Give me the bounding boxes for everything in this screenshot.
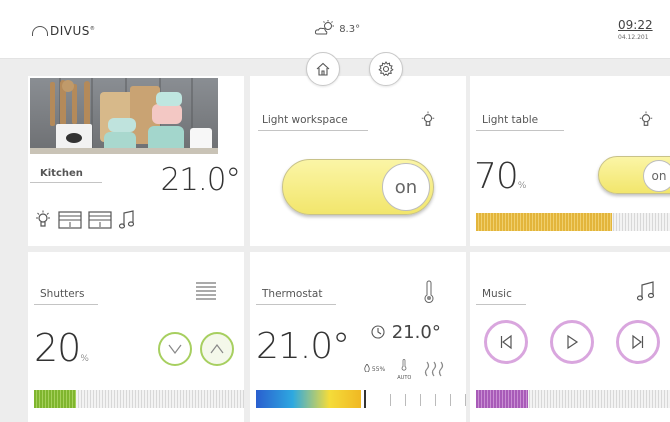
shutter-position-number: 20	[34, 326, 81, 370]
temperature-ticks	[376, 394, 466, 406]
shutter-down-button[interactable]	[158, 332, 192, 366]
setpoint-clock-icon	[371, 325, 385, 339]
water-drop-icon	[364, 363, 370, 373]
device-label: Thermostat	[262, 288, 323, 300]
thermometer-icon	[401, 359, 407, 371]
settings-button[interactable]	[369, 52, 403, 86]
shutter-up-button[interactable]	[200, 332, 234, 366]
humidity-value: 55%	[371, 366, 386, 373]
previous-track-button[interactable]	[484, 320, 528, 364]
bulb-icon	[639, 111, 653, 126]
shutter-icon	[196, 282, 216, 300]
skip-forward-icon	[632, 334, 644, 350]
room-device-icons	[34, 210, 136, 230]
dimmer-level-slider[interactable]	[476, 213, 670, 231]
skip-back-icon	[500, 334, 512, 350]
device-tile-music[interactable]: Music	[470, 252, 670, 422]
setpoint-value: 21.0°	[391, 322, 441, 343]
room-temperature: 21.0°	[160, 162, 241, 198]
light-workspace-toggle[interactable]: on	[282, 159, 434, 215]
dimmer-value-number: 70	[474, 156, 519, 197]
mode-indicator: AUTO	[397, 356, 411, 381]
chevron-up-icon	[210, 344, 224, 354]
screen: DIVUS® 8.3° 09:22 04.12.201 Kitchen 21.0…	[0, 0, 670, 422]
play-icon	[567, 334, 579, 350]
device-tile-light-table[interactable]: Light table 70% on	[470, 76, 670, 246]
shutter-position: 20%	[34, 326, 89, 370]
humidity-indicator: 55%	[364, 363, 386, 373]
header-bar: DIVUS® 8.3° 09:22 04.12.201	[0, 0, 670, 59]
chevron-down-icon	[168, 344, 182, 354]
toggle-knob-label: on	[643, 160, 670, 192]
shutter-unit: %	[80, 354, 89, 364]
shutter-level-slider[interactable]	[34, 390, 244, 408]
volume-slider[interactable]	[476, 390, 670, 408]
music-note-icon[interactable]	[118, 210, 136, 230]
thermometer-icon	[424, 280, 434, 303]
device-tile-thermostat[interactable]: Thermostat 21.0° 21.0° 55% AUTO	[250, 252, 466, 422]
weather-sun-cloud-icon	[314, 20, 334, 35]
logo-text: DIVUS	[50, 24, 90, 38]
label-underline	[34, 304, 98, 305]
label-underline	[476, 304, 526, 305]
kitchen-photo	[30, 78, 218, 154]
temperature-scale	[256, 390, 466, 408]
device-tile-shutters[interactable]: Shutters 20%	[28, 252, 244, 422]
play-button[interactable]	[550, 320, 594, 364]
weather-temperature: 8.3°	[339, 24, 361, 35]
setpoint-display: 21.0°	[370, 322, 441, 343]
temperature-marker	[364, 390, 366, 408]
shutter-level-fill	[34, 390, 76, 408]
home-icon	[316, 62, 330, 76]
shutter-icon[interactable]	[88, 211, 112, 229]
device-label: Music	[482, 288, 512, 300]
gear-icon	[378, 61, 394, 77]
device-label: Light workspace	[262, 114, 348, 126]
clock-time: 09:22	[618, 18, 653, 32]
bulb-icon[interactable]	[34, 210, 52, 230]
label-underline	[258, 130, 368, 131]
divus-logo: DIVUS®	[32, 24, 95, 38]
weather-widget: 8.3°	[314, 20, 360, 36]
home-button[interactable]	[306, 52, 340, 86]
current-temperature: 21.0°	[256, 326, 350, 367]
music-notes-icon	[636, 281, 655, 301]
label-underline	[476, 130, 564, 131]
device-label: Shutters	[40, 288, 85, 300]
shutter-icon[interactable]	[58, 211, 82, 229]
dimmer-value: 70%	[474, 156, 526, 197]
room-tile-kitchen[interactable]: Kitchen 21.0°	[28, 76, 244, 246]
light-table-toggle[interactable]: on	[598, 156, 670, 194]
clock: 09:22 04.12.201	[618, 18, 670, 41]
device-label: Light table	[482, 114, 539, 126]
dimmer-unit: %	[517, 181, 527, 191]
temperature-scale-fill	[256, 390, 361, 408]
label-underline	[256, 304, 336, 305]
heating-waves-icon	[425, 361, 444, 376]
thermostat-status-row: 55% AUTO	[364, 356, 447, 381]
toggle-knob-label: on	[382, 163, 430, 211]
dimmer-level-fill	[476, 213, 612, 231]
room-label: Kitchen	[40, 168, 83, 179]
next-track-button[interactable]	[616, 320, 660, 364]
mode-label: AUTO	[397, 375, 412, 381]
label-underline	[30, 182, 102, 183]
device-tile-light-workspace[interactable]: Light workspace on	[250, 76, 466, 246]
volume-fill	[476, 390, 529, 408]
bulb-icon	[421, 111, 435, 126]
clock-date: 04.12.201	[618, 34, 649, 41]
